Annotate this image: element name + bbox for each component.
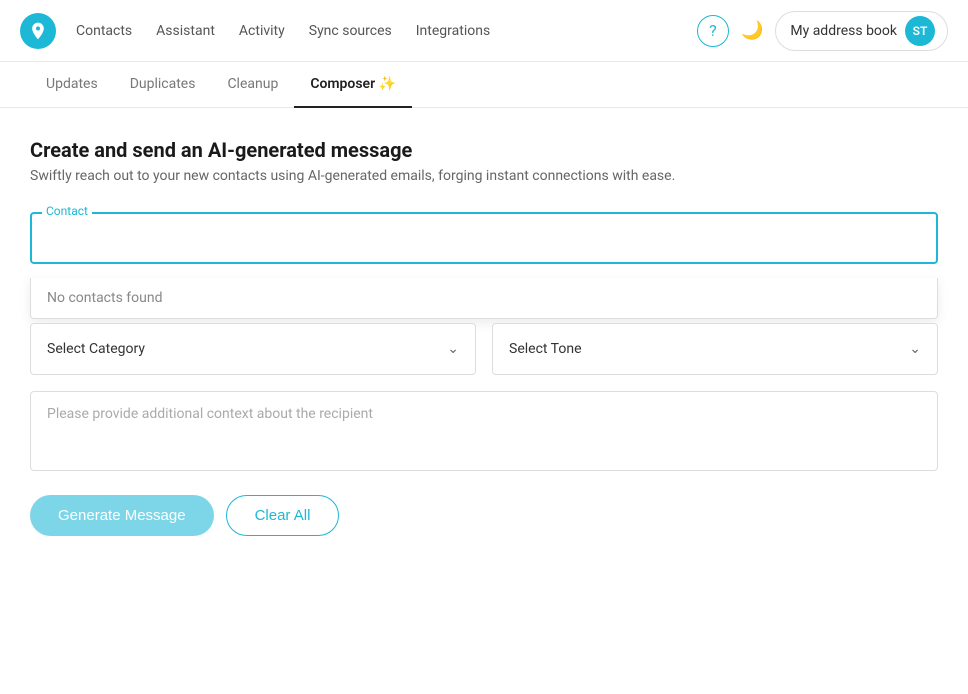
tone-placeholder: Select Tone [509,341,582,357]
nav-item-activity[interactable]: Activity [239,23,285,39]
category-placeholder: Select Category [47,341,145,357]
context-textarea[interactable] [30,391,938,471]
nav-links: Contacts Assistant Activity Sync sources… [76,23,697,39]
button-row: Generate Message Clear All [30,495,938,536]
nav-item-sync-sources[interactable]: Sync sources [309,23,392,39]
category-dropdown[interactable]: Select Category ⌄ [30,323,476,375]
category-chevron-icon: ⌄ [447,341,459,357]
logo-icon [28,21,48,41]
select-row: Select Category ⌄ Select Tone ⌄ [30,323,938,375]
tabs: Updates Duplicates Cleanup Composer ✨ [0,62,968,108]
page-subtitle: Swiftly reach out to your new contacts u… [30,168,938,184]
tab-cleanup[interactable]: Cleanup [211,62,294,108]
main-content: Create and send an AI-generated message … [0,108,968,556]
tab-composer[interactable]: Composer ✨ [294,62,412,108]
navbar: Contacts Assistant Activity Sync sources… [0,0,968,62]
nav-item-assistant[interactable]: Assistant [156,23,215,39]
tone-dropdown[interactable]: Select Tone ⌄ [492,323,938,375]
generate-message-button[interactable]: Generate Message [30,495,214,536]
avatar: ST [905,16,935,46]
tab-duplicates[interactable]: Duplicates [114,62,212,108]
page-title: Create and send an AI-generated message [30,138,938,162]
navbar-right: ? 🌙 My address book ST [697,11,948,51]
nav-item-integrations[interactable]: Integrations [416,23,490,39]
tab-updates[interactable]: Updates [30,62,114,108]
app-logo[interactable] [20,13,56,49]
help-button[interactable]: ? [697,15,729,47]
no-contacts-message: No contacts found [30,278,938,319]
contact-field-wrapper: Contact [30,212,938,264]
nav-item-contacts[interactable]: Contacts [76,23,132,39]
dark-mode-toggle[interactable]: 🌙 [741,20,763,41]
address-book-label: My address book [790,23,897,39]
clear-all-button[interactable]: Clear All [226,495,340,536]
address-book-button[interactable]: My address book ST [775,11,948,51]
tone-chevron-icon: ⌄ [909,341,921,357]
contact-input[interactable] [30,212,938,264]
contact-field-label: Contact [42,204,92,218]
